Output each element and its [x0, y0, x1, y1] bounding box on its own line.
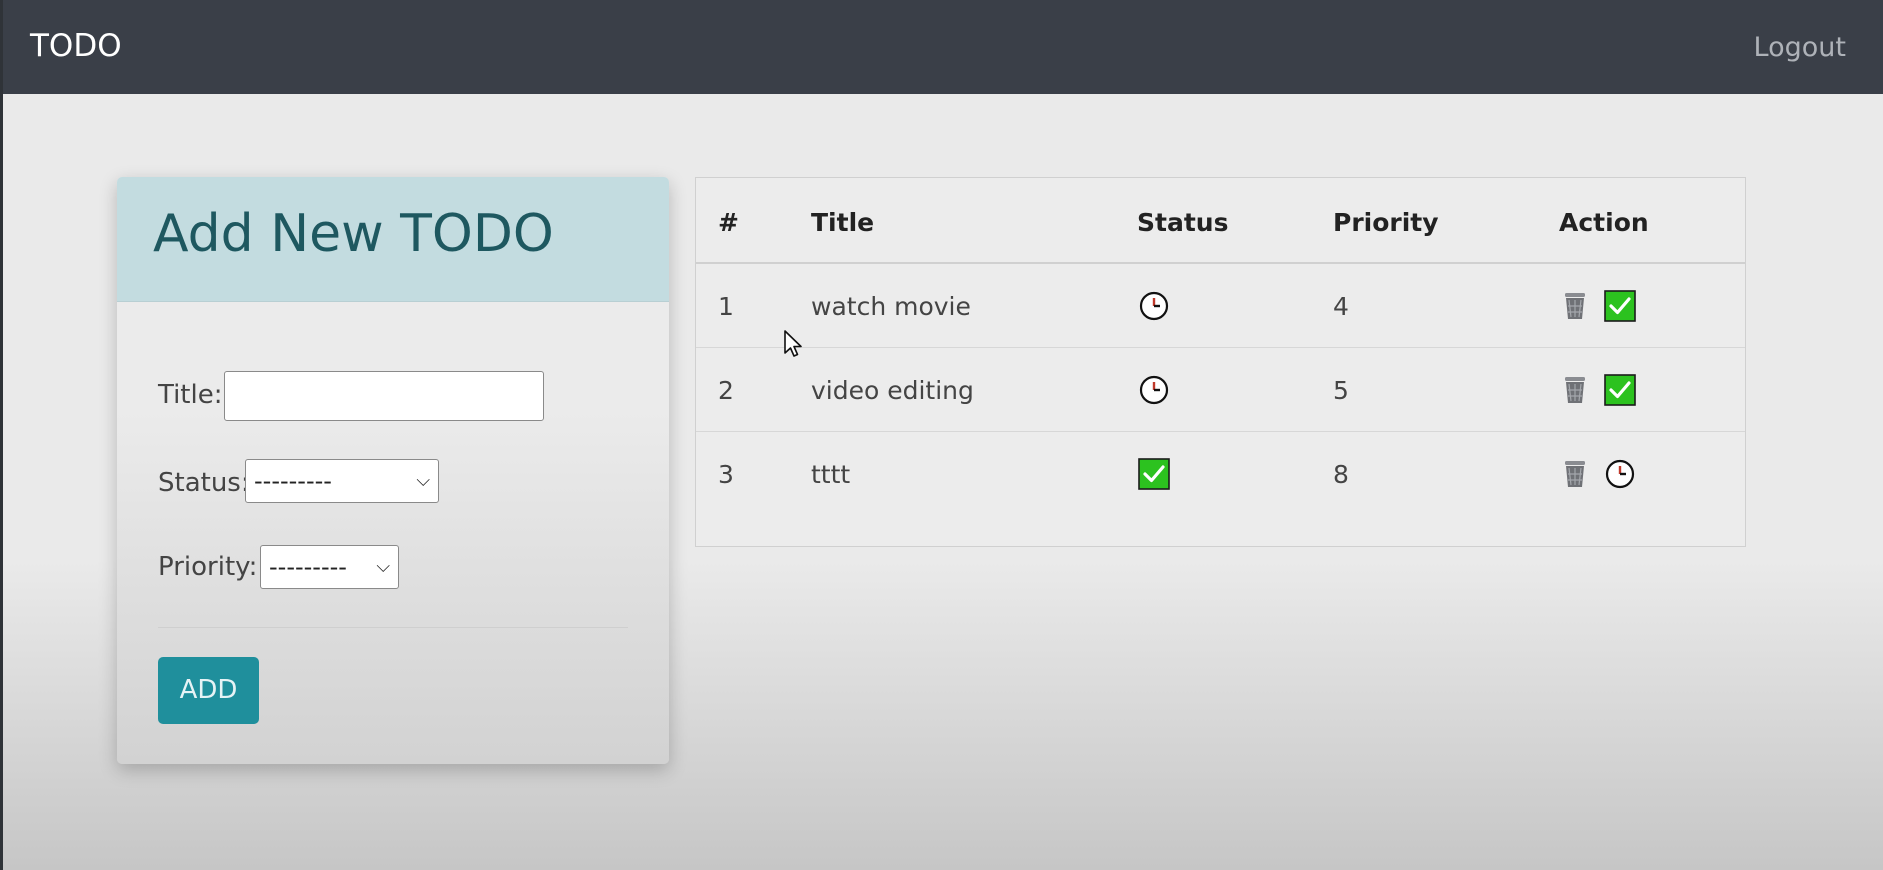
title-input[interactable]	[224, 371, 544, 421]
mouse-cursor-icon	[784, 330, 802, 357]
card-title: Add New TODO	[153, 204, 554, 264]
row-number: 3	[718, 460, 734, 489]
table-row: 3 tttt 8	[696, 432, 1745, 516]
form-divider	[158, 627, 628, 628]
chevron-down-icon: ⌵	[416, 470, 430, 491]
table-row: 1 watch movie 4	[696, 264, 1745, 348]
window-edge	[0, 0, 3, 870]
status-select[interactable]: --------- ⌵	[245, 459, 439, 503]
priority-select[interactable]: --------- ⌵	[260, 545, 399, 589]
priority-select-value: ---------	[269, 553, 347, 581]
logout-link[interactable]: Logout	[1754, 32, 1846, 63]
table-row: 2 video editing 5	[696, 348, 1745, 432]
row-priority: 8	[1333, 460, 1349, 489]
col-header-title: Title	[811, 208, 875, 237]
brand-title[interactable]: TODO	[30, 28, 122, 64]
status-select-value: ---------	[254, 467, 332, 495]
row-title: tttt	[811, 460, 851, 489]
row-title: video editing	[811, 376, 974, 405]
check-icon	[1138, 458, 1170, 490]
clock-icon	[1139, 291, 1169, 321]
card-header: Add New TODO	[117, 177, 669, 302]
row-title: watch movie	[811, 292, 971, 321]
table-header-row: # Title Status Priority Action	[696, 178, 1745, 264]
clock-icon[interactable]	[1604, 458, 1636, 490]
col-header-number: #	[718, 208, 739, 237]
row-number: 1	[718, 292, 734, 321]
check-icon[interactable]	[1604, 290, 1636, 322]
navbar: TODO Logout	[3, 0, 1883, 94]
add-button[interactable]: ADD	[158, 657, 259, 724]
trash-icon[interactable]	[1559, 290, 1591, 322]
todo-table: # Title Status Priority Action 1 watch m…	[695, 177, 1746, 547]
chevron-down-icon: ⌵	[376, 556, 390, 577]
check-icon[interactable]	[1604, 374, 1636, 406]
row-priority: 4	[1333, 292, 1349, 321]
row-number: 2	[718, 376, 734, 405]
col-header-status: Status	[1137, 208, 1229, 237]
priority-label: Priority:	[158, 552, 258, 582]
trash-icon[interactable]	[1559, 374, 1591, 406]
row-priority: 5	[1333, 376, 1349, 405]
col-header-priority: Priority	[1333, 208, 1439, 237]
clock-icon	[1139, 375, 1169, 405]
col-header-action: Action	[1559, 208, 1649, 237]
title-label: Title:	[158, 380, 223, 410]
trash-icon[interactable]	[1559, 458, 1591, 490]
add-todo-card: Add New TODO Title: Status: --------- ⌵ …	[117, 177, 669, 764]
status-label: Status:	[158, 468, 250, 498]
